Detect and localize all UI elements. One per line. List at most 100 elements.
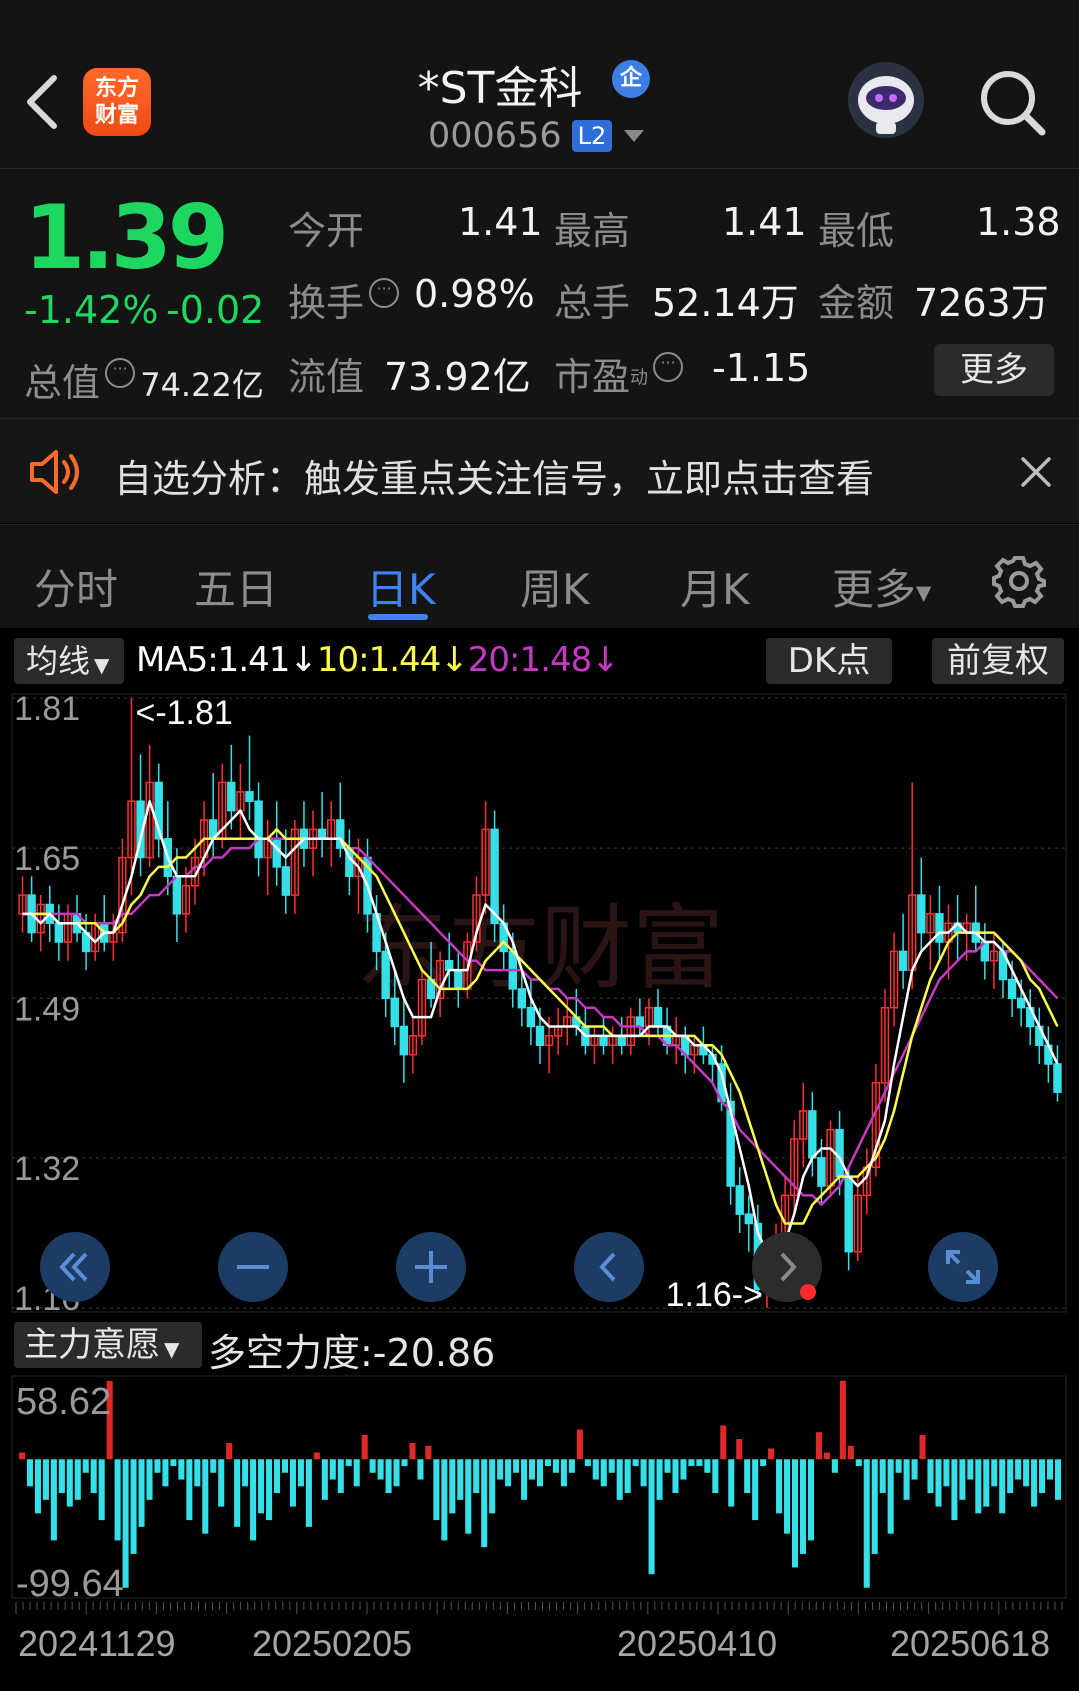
tab-five-day[interactable]: 五日 [194, 556, 278, 617]
indicator-bar [544, 1459, 551, 1467]
indicator-bar [305, 1459, 312, 1527]
tab-monthly-k[interactable]: 月K [680, 556, 750, 617]
indicator-select-label: 主力意愿 [24, 1325, 160, 1365]
fullscreen-button[interactable] [928, 1232, 998, 1302]
indicator-bar [1039, 1459, 1046, 1494]
indicator-select[interactable]: 主力意愿 ▼ [14, 1322, 202, 1368]
candle-body [817, 1157, 826, 1187]
indicator-bar [401, 1459, 408, 1467]
candle-body [245, 791, 254, 802]
info-dots-icon[interactable]: ··· [369, 278, 400, 308]
forward-adjust-button[interactable]: 前复权 [932, 638, 1064, 684]
y-tick-label: 1.32 [14, 1150, 80, 1188]
indicator-bar [815, 1432, 822, 1460]
indicator-bar [624, 1459, 631, 1494]
tab-intraday[interactable]: 分时 [34, 556, 118, 617]
indicator-bar [313, 1452, 320, 1460]
caret-down-icon: ▼ [94, 653, 110, 677]
scroll-far-left-button[interactable] [40, 1232, 110, 1302]
indicator-bar [680, 1459, 687, 1480]
indicator-bar [536, 1459, 544, 1487]
zoom-out-button[interactable] [218, 1232, 288, 1302]
info-dots-icon[interactable]: ··· [653, 352, 684, 382]
indicator-bar [1031, 1459, 1038, 1507]
kline-chart[interactable]: 东方财富1.811.651.491.321.16<-1.811.16-> [0, 690, 1079, 1316]
indicator-bar [720, 1425, 727, 1460]
low-value: 1.38 [976, 200, 1061, 244]
indicator-bar [576, 1429, 583, 1460]
ma-select-label: 均线 [26, 642, 91, 680]
tab-more-label: 更多 [832, 565, 917, 614]
indicator-bar [481, 1459, 488, 1548]
chevron-left-icon [599, 1252, 616, 1282]
candle-body [399, 1025, 409, 1056]
candle-body [898, 950, 908, 971]
level2-badge[interactable]: L2 [572, 120, 612, 152]
notice-text[interactable]: 自选分析：触发重点关注信号，立即点击查看 [114, 448, 874, 503]
high-value: 1.41 [722, 200, 807, 244]
indicator-bar [696, 1459, 703, 1467]
ma-legend: MA5:1.41↓10:1.44↓20:1.48↓ [136, 640, 620, 680]
tab-weekly-k[interactable]: 周K [520, 556, 590, 617]
indicator-bar [210, 1459, 217, 1473]
x-tick-label: 20250205 [252, 1623, 412, 1664]
indicator-bar [831, 1459, 838, 1473]
indicator-bar [289, 1459, 296, 1507]
change-amount: -0.02 [166, 288, 265, 332]
candle-body [172, 875, 182, 915]
indicator-bar [18, 1452, 26, 1460]
indicator-max-label: 58.62 [16, 1381, 111, 1423]
caret-down-icon[interactable] [624, 130, 644, 142]
indicator-bar [329, 1459, 336, 1480]
candle-body [835, 1128, 844, 1178]
indicator-bar [752, 1459, 759, 1521]
chart-frame [11, 693, 1067, 1313]
indicator-bar [688, 1459, 695, 1467]
indicator-bar [497, 1459, 504, 1480]
zoom-in-button[interactable] [396, 1232, 466, 1302]
tab-more[interactable]: 更多▼ [832, 556, 931, 617]
indicator-bar [776, 1459, 783, 1514]
indicator-bar [34, 1459, 41, 1514]
info-dots-icon[interactable]: ··· [105, 358, 136, 388]
gear-icon[interactable] [992, 554, 1046, 608]
indicator-bar [704, 1459, 711, 1473]
indicator-bar [656, 1459, 663, 1500]
indicator-bar [799, 1459, 807, 1554]
indicator-bar [449, 1459, 456, 1514]
indicator-bar [600, 1459, 607, 1487]
close-icon[interactable] [1020, 456, 1052, 488]
candle-body [744, 1213, 753, 1225]
indicator-bar [146, 1459, 153, 1500]
scroll-left-button[interactable] [574, 1232, 644, 1302]
indicator-chart[interactable]: 58.62 -99.64 20241129 20250205 20250410 20250… [0, 1374, 1079, 1691]
indicator-bar [1007, 1459, 1014, 1494]
candle-body [653, 1006, 663, 1028]
indicator-bar [768, 1448, 775, 1460]
back-icon[interactable] [22, 72, 62, 132]
indicator-bar [927, 1459, 934, 1494]
turnover-value: 0.98% [414, 272, 535, 316]
more-quote-button[interactable]: 更多 [934, 344, 1054, 396]
indicator-bar [975, 1459, 982, 1514]
double-chevron-left-icon [59, 1252, 88, 1282]
indicator-bar [90, 1459, 97, 1494]
candle-body [1007, 978, 1017, 1000]
indicator-min-label: -99.64 [16, 1563, 124, 1605]
min-price-annotation: 1.16-> [666, 1276, 763, 1314]
ma-select[interactable]: 均线 ▼ [14, 638, 124, 684]
indicator-bar [170, 1459, 177, 1467]
candle-body [735, 1185, 744, 1215]
indicator-bar [130, 1459, 137, 1554]
tab-daily-k[interactable]: 日K [366, 556, 436, 617]
dk-point-button[interactable]: DK点 [766, 638, 892, 684]
indicator-bar [584, 1459, 591, 1467]
robot-avatar-icon[interactable] [846, 60, 926, 140]
search-icon[interactable] [978, 68, 1048, 138]
amount-value: 7263万 [914, 281, 1049, 325]
minus-icon [237, 1265, 269, 1269]
volume-label: 总手 [554, 281, 631, 325]
candle-body [917, 894, 926, 934]
speaker-icon [30, 450, 79, 494]
indicator-bar [640, 1459, 647, 1487]
